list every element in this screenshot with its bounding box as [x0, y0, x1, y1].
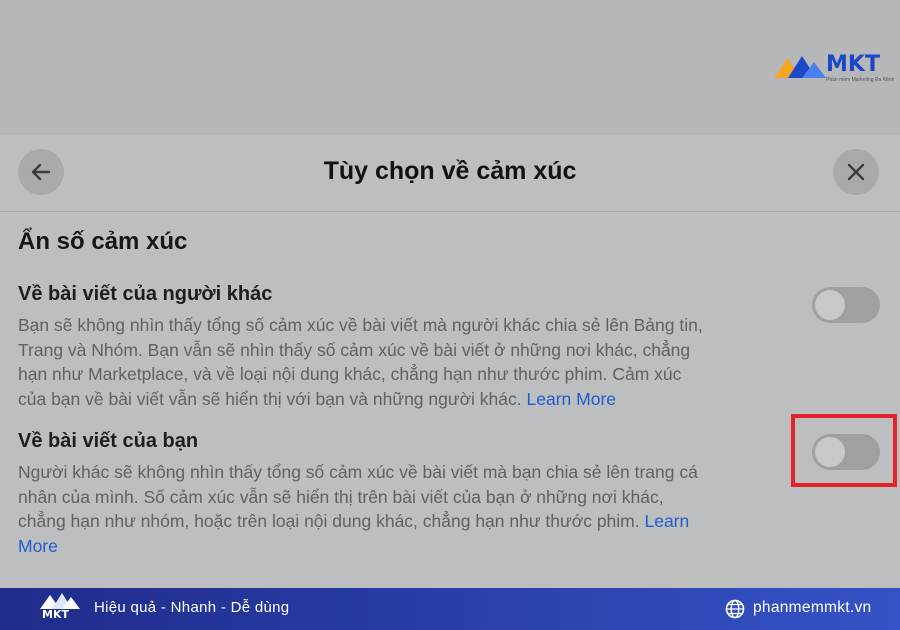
highlight-box: [791, 414, 897, 487]
sheet-header: Tùy chọn về cảm xúc: [0, 135, 900, 212]
option-others-posts-description: Bạn sẽ không nhìn thấy tổng số cảm xúc v…: [18, 313, 790, 411]
logo-subtitle: Phần mềm Marketing Đa Kênh: [826, 77, 895, 83]
desc-line: chẳng hạn như nhóm, hoặc trên loại nội d…: [18, 511, 640, 531]
desc-line: Trang và Nhóm. Bạn vẫn sẽ nhìn thấy số c…: [18, 339, 691, 360]
footer-logo: MKT: [38, 592, 82, 626]
desc-line: của bạn về bài viết vẫn sẽ hiển thị với …: [18, 388, 522, 409]
learn-more-link-continued[interactable]: More: [18, 536, 58, 556]
option-others-posts-title: Về bài viết của người khác: [18, 283, 273, 305]
option-your-posts-description: Người khác sẽ không nhìn thấy tổng số cả…: [18, 460, 790, 558]
learn-more-link[interactable]: Learn: [644, 511, 689, 531]
mkt-logo-mark-icon: [774, 56, 826, 78]
sheet-title: Tùy chọn về cảm xúc: [323, 157, 577, 185]
desc-line: Bạn sẽ không nhìn thấy tổng số cảm xúc v…: [18, 315, 703, 335]
learn-more-link[interactable]: Learn More: [527, 389, 617, 409]
option-your-posts-title: Về bài viết của bạn: [18, 430, 199, 452]
close-icon: [847, 163, 865, 181]
others-posts-toggle[interactable]: [812, 287, 880, 323]
close-button[interactable]: [833, 149, 879, 195]
toggle-knob: [815, 290, 845, 320]
footer-slogan: Hiệu quả - Nhanh - Dễ dùng: [94, 599, 290, 616]
desc-line: hạn như Marketplace, và về loại nội dung…: [18, 364, 682, 384]
footer-logo-text: MKT: [42, 608, 69, 621]
globe-icon: [725, 599, 745, 619]
desc-line: Người khác sẽ không nhìn thấy tổng số cả…: [18, 462, 698, 482]
reaction-preferences-sheet: Tùy chọn về cảm xúc Ẩn số cảm xúc Về bài…: [0, 135, 900, 588]
footer-website[interactable]: phanmemmkt.vn: [753, 599, 871, 617]
footer-banner: MKT Hiệu quả - Nhanh - Dễ dùng phanmemmk…: [0, 588, 900, 630]
mkt-logo: MKT Phần mềm Marketing Đa Kênh: [774, 52, 894, 86]
desc-line: nhân của mình. Số cảm xúc vẫn sẽ hiển th…: [18, 486, 664, 507]
section-title: Ẩn số cảm xúc: [18, 228, 188, 255]
dimmed-backdrop: [0, 0, 900, 135]
logo-text: MKT: [826, 52, 880, 77]
